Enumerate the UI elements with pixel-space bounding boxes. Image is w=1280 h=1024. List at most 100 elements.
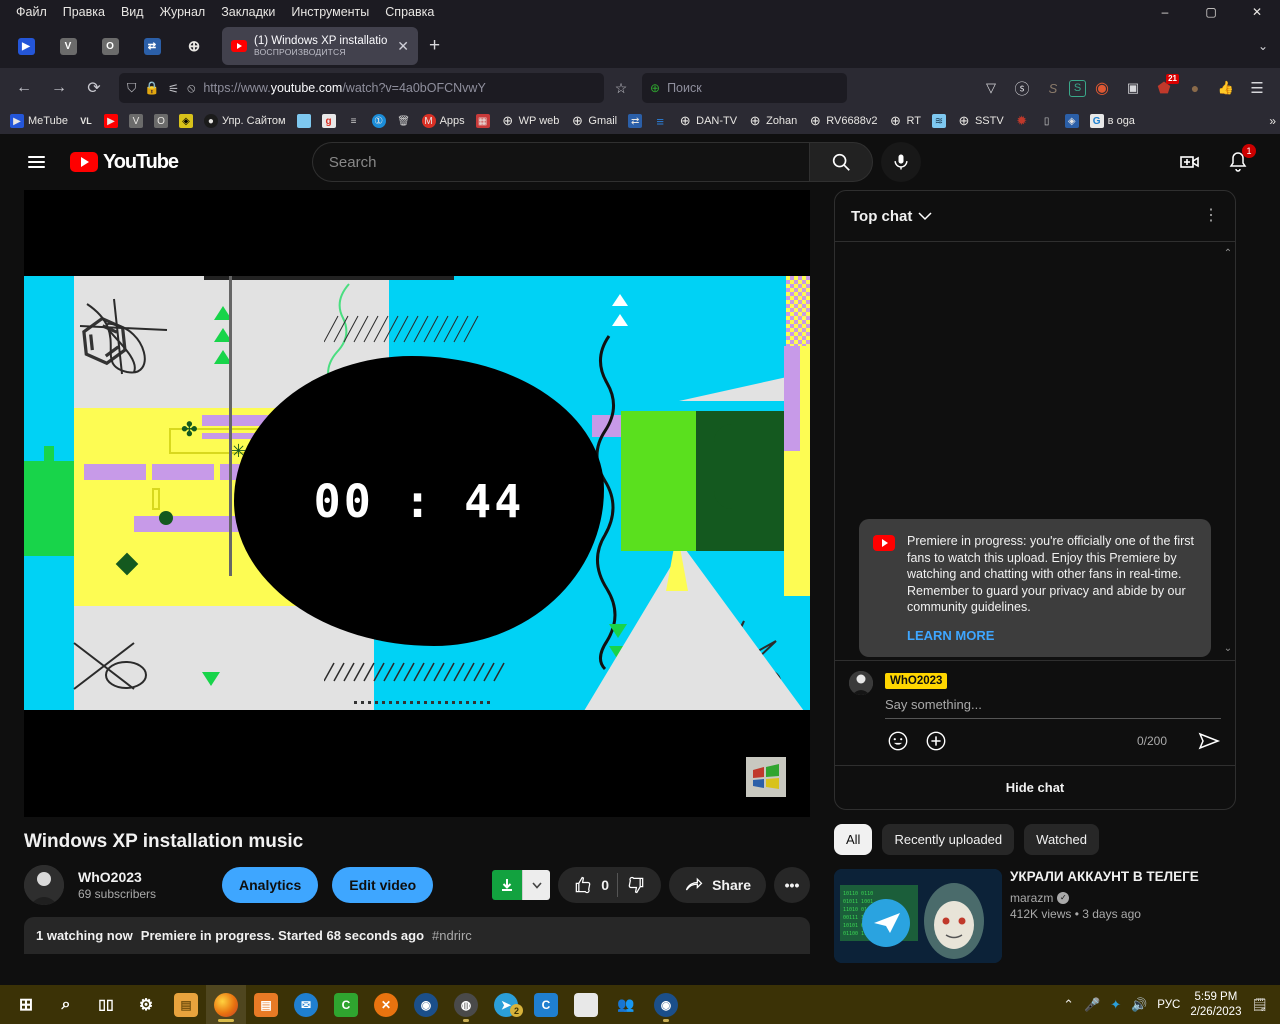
pinned-tab-2[interactable]: V xyxy=(48,29,88,63)
document-button[interactable] xyxy=(566,985,606,1024)
thumbs-icon[interactable]: 👍 xyxy=(1211,73,1241,103)
settings-button[interactable]: ⚙ xyxy=(126,985,166,1024)
search-input[interactable]: Search xyxy=(311,142,809,182)
screenshot-icon[interactable]: ▣ xyxy=(1118,73,1148,103)
app-menu-button[interactable]: ☰ xyxy=(1242,73,1272,103)
pinned-tab-5[interactable]: ⊕ xyxy=(174,29,214,63)
script-icon[interactable]: S xyxy=(1038,73,1068,103)
back-button[interactable]: ← xyxy=(8,73,40,103)
users-button[interactable]: 👥 xyxy=(606,985,646,1024)
bookmarks-overflow-icon[interactable]: » xyxy=(1269,114,1276,128)
bookmark-gmail[interactable]: ⊕ Gmail xyxy=(566,112,621,130)
obs-button[interactable]: ◍ xyxy=(446,985,486,1024)
chip-all[interactable]: All xyxy=(834,824,873,855)
hide-chat-button[interactable]: Hide chat xyxy=(835,765,1235,809)
suggested-video[interactable]: 10110 0110 01011 1001 11010 0101 00111 110… xyxy=(834,869,1236,963)
bookmark-site-manager[interactable]: ● Упр. Сайтом xyxy=(200,112,290,130)
menu-history[interactable]: Журнал xyxy=(152,2,214,22)
menu-edit[interactable]: Правка xyxy=(55,2,113,22)
bookmark-vl[interactable]: VL xyxy=(75,112,97,130)
learn-more-link[interactable]: LEARN MORE xyxy=(907,628,1197,643)
forward-button[interactable]: → xyxy=(43,73,75,103)
start-button[interactable]: ⊞ xyxy=(6,985,46,1024)
chat-message-input[interactable]: Say something... xyxy=(885,689,1221,719)
bookmark-phone[interactable]: ▯ xyxy=(1036,112,1058,130)
share-button[interactable]: Share xyxy=(669,867,766,903)
create-video-icon[interactable] xyxy=(1170,142,1210,182)
download-dropdown-icon[interactable] xyxy=(522,870,551,900)
maximize-button[interactable]: ▢ xyxy=(1188,0,1234,24)
pocket-icon[interactable]: ▽ xyxy=(976,73,1006,103)
bookmark-v[interactable]: V xyxy=(125,112,147,130)
firefox-button[interactable] xyxy=(206,985,246,1024)
bookmark-sstv[interactable]: ⊕ SSTV xyxy=(953,112,1008,130)
bookmark-youtube[interactable]: ▶ xyxy=(100,112,122,130)
shield-icon[interactable]: ⛉ xyxy=(127,81,136,96)
bookmark-google[interactable]: g xyxy=(318,112,340,130)
bookmark-v-oga[interactable]: Gв oga xyxy=(1086,112,1139,130)
bookmark-image[interactable] xyxy=(293,112,315,130)
language-indicator[interactable]: РУС xyxy=(1157,999,1180,1011)
bookmark-diamond[interactable]: ◈ xyxy=(175,112,197,130)
chip-watched[interactable]: Watched xyxy=(1024,824,1099,855)
menu-bookmarks[interactable]: Закладки xyxy=(213,2,283,22)
avatar[interactable] xyxy=(849,671,873,695)
pinned-tab-3[interactable]: O xyxy=(90,29,130,63)
bookmark-metube[interactable]: ▶ MeTube xyxy=(6,112,72,130)
scroll-down-icon[interactable]: ⌄ xyxy=(1224,643,1232,654)
bookmark-circle-one[interactable]: ① xyxy=(368,112,390,130)
avatar[interactable] xyxy=(24,865,64,905)
menu-help[interactable]: Справка xyxy=(377,2,442,22)
bookmark-trash[interactable]: 🗑 xyxy=(393,112,415,130)
menu-tools[interactable]: Инструменты xyxy=(283,2,377,22)
scroll-up-icon[interactable]: ⌃ xyxy=(1224,248,1232,259)
s-box-icon[interactable]: S xyxy=(1069,79,1086,97)
bookmark-waves[interactable]: ≋ xyxy=(928,112,950,130)
thunderbird-button[interactable]: ✉ xyxy=(286,985,326,1024)
chat-scrollbar[interactable]: ⌃ ⌄ xyxy=(1223,248,1233,654)
vmware-button[interactable]: ▤ xyxy=(246,985,286,1024)
steam-2-button[interactable]: ◉ xyxy=(646,985,686,1024)
microphone-icon[interactable]: 🎤 xyxy=(1084,997,1100,1013)
search-button[interactable]: ⌕ xyxy=(46,985,86,1024)
monkey-icon[interactable]: ● xyxy=(1180,73,1210,103)
browser-search-bar[interactable]: ⊕ Поиск xyxy=(642,73,847,103)
no-tracking-icon[interactable]: ⦸ xyxy=(187,81,195,96)
bookmark-blue-list[interactable]: ≡ xyxy=(649,112,671,130)
clock[interactable]: 5:59 PM 2/26/2023 xyxy=(1190,990,1241,1019)
hashtag-link[interactable]: #ndrirc xyxy=(432,928,472,943)
xlite-button[interactable]: ✕ xyxy=(366,985,406,1024)
bookmark-list[interactable]: ≡ xyxy=(343,112,365,130)
video-player[interactable]: ✤ ✳ ⌬ 00: 44 xyxy=(24,190,810,817)
microphone-icon[interactable] xyxy=(880,142,921,182)
menu-view[interactable]: Вид xyxy=(113,2,152,22)
video-thumbnail[interactable]: 10110 0110 01011 1001 11010 0101 00111 110… xyxy=(834,869,1002,963)
tab-close-icon[interactable]: ✕ xyxy=(394,38,412,55)
youtube-logo[interactable]: YouTube xyxy=(70,151,179,174)
bookmark-star-icon[interactable]: ☆ xyxy=(607,73,635,103)
menu-file[interactable]: Файл xyxy=(8,2,55,22)
like-dislike-group[interactable]: 0 xyxy=(558,867,662,903)
chat-messages[interactable]: ⌃ ⌄ Premiere in progress: you're officia… xyxy=(835,242,1235,660)
cisco-button[interactable]: C xyxy=(326,985,366,1024)
file-explorer-button[interactable]: ▤ xyxy=(166,985,206,1024)
bookmark-o[interactable]: O xyxy=(150,112,172,130)
bookmark-grid[interactable]: ▦ xyxy=(472,112,494,130)
active-tab[interactable]: (1) Windows XP installation music ВОСПРО… xyxy=(222,27,418,65)
bookmark-wp-web[interactable]: ⊕ WP web xyxy=(497,112,564,130)
close-button[interactable]: ✕ xyxy=(1234,0,1280,24)
task-view-button[interactable]: ▯▯ xyxy=(86,985,126,1024)
chat-more-icon[interactable]: ⋮ xyxy=(1203,208,1219,224)
bookmark-apps[interactable]: M Apps xyxy=(418,112,469,130)
permissions-icon[interactable]: ⚟ xyxy=(168,81,179,96)
bookmark-dan-tv[interactable]: ⊕ DAN-TV xyxy=(674,112,741,130)
lock-icon[interactable]: 🔒 xyxy=(144,81,160,96)
notification-center-icon[interactable]: 🗒 xyxy=(1251,997,1268,1013)
minimize-button[interactable]: – xyxy=(1142,0,1188,24)
hamburger-icon[interactable] xyxy=(16,142,56,182)
channel-name[interactable]: WhO2023 xyxy=(78,869,208,885)
chrome-button[interactable]: C xyxy=(526,985,566,1024)
chip-recently-uploaded[interactable]: Recently uploaded xyxy=(882,824,1015,855)
download-arrow-icon[interactable] xyxy=(492,870,523,900)
analytics-button[interactable]: Analytics xyxy=(222,867,319,903)
